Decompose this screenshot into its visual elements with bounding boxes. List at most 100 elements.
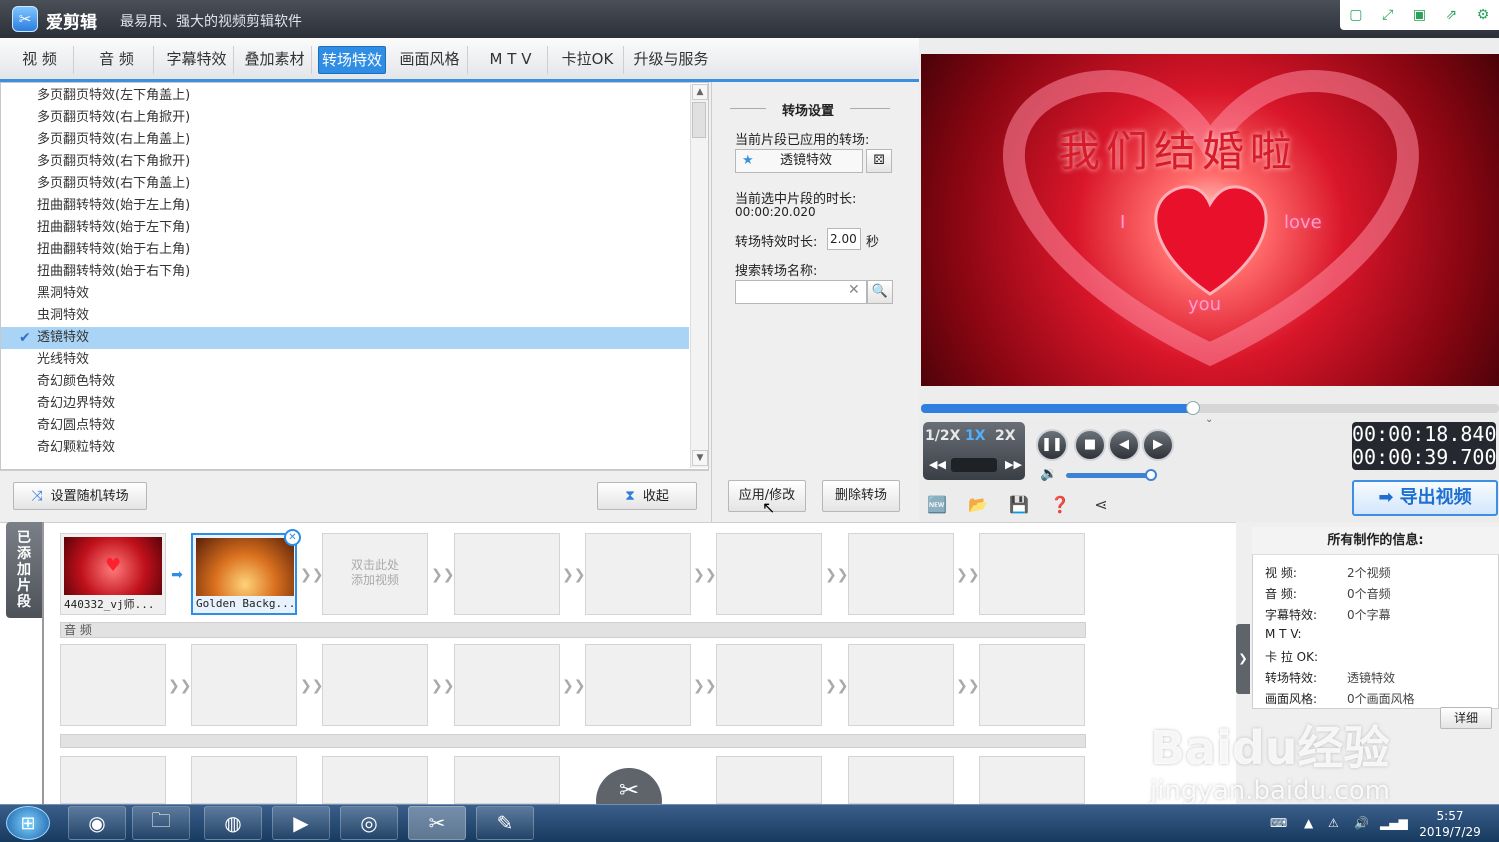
list-item[interactable]: 多页翻页特效(右下角盖上) (1, 173, 689, 195)
export-video-button[interactable]: ➡ 导出视频 (1352, 480, 1498, 516)
tab-mtv[interactable]: M T V (474, 46, 548, 74)
info-panel-toggle[interactable]: ❯ (1236, 624, 1250, 694)
empty-slot[interactable] (454, 756, 560, 804)
list-item[interactable]: 奇幻边界特效 (1, 393, 689, 415)
skin-icon[interactable]: ▢ (1346, 5, 1366, 25)
taskbar-app-aijianji[interactable]: ✂ (408, 806, 466, 840)
next-frame-button[interactable]: ▶ (1142, 429, 1174, 461)
list-item[interactable]: 多页翻页特效(右上角盖上) (1, 129, 689, 151)
list-item[interactable]: 奇幻颗粒特效 (1, 437, 689, 459)
empty-slot[interactable] (191, 756, 297, 804)
share-icon[interactable]: ⋖ (1090, 494, 1112, 516)
tab-picture-style[interactable]: 画面风格 (392, 46, 468, 74)
collapse-button[interactable]: ⧗ 收起 (597, 482, 697, 510)
tab-upgrade-service[interactable]: 升级与服务 (628, 46, 714, 74)
settings-gear-icon[interactable]: ⚙ (1473, 5, 1493, 25)
list-item[interactable]: 奇幻圆点特效 (1, 415, 689, 437)
empty-slot[interactable] (848, 756, 954, 804)
list-item[interactable]: 多页翻页特效(右下角掀开) (1, 151, 689, 173)
list-item[interactable]: 扭曲翻转特效(始于左上角) (1, 195, 689, 217)
delete-transition-button[interactable]: 删除转场 (822, 480, 900, 512)
keyboard-icon[interactable]: ⌨ (1270, 816, 1287, 830)
empty-video-slot[interactable] (848, 533, 954, 615)
video-clip-2[interactable]: Golden Backg... (191, 533, 297, 615)
system-clock[interactable]: 5:57 2019/7/29 (1405, 806, 1495, 840)
taskbar-app-video-editor[interactable]: ◉ (68, 806, 126, 840)
signal-icon[interactable]: ▂▄▆ (1380, 816, 1408, 830)
empty-slot[interactable] (322, 756, 428, 804)
tab-karaoke[interactable]: 卡拉OK (552, 46, 624, 74)
empty-audio-slot[interactable] (979, 644, 1085, 726)
empty-audio-slot[interactable] (716, 644, 822, 726)
tab-overlay-material[interactable]: 叠加素材 (238, 46, 312, 74)
save-window-icon[interactable]: ▣ (1409, 5, 1429, 25)
progress-handle[interactable] (1185, 401, 1200, 415)
empty-video-slot[interactable] (585, 533, 691, 615)
empty-audio-slot[interactable] (585, 644, 691, 726)
speaker-icon[interactable]: 🔊 (1354, 816, 1369, 830)
list-item[interactable]: 多页翻页特效(左下角盖上) (1, 85, 689, 107)
empty-audio-slot[interactable] (848, 644, 954, 726)
tab-video[interactable]: 视 频 (6, 46, 74, 74)
list-item[interactable]: 黑洞特效 (1, 283, 689, 305)
taskbar-app-media[interactable]: ▶ (272, 806, 330, 840)
taskbar-app-browser[interactable]: ◎ (340, 806, 398, 840)
video-clip-1[interactable]: ♥ 440332_vj师... (60, 533, 166, 615)
list-item[interactable]: 多页翻页特效(右上角掀开) (1, 107, 689, 129)
list-item[interactable]: 扭曲翻转特效(始于右下角) (1, 261, 689, 283)
previous-frame-button[interactable]: ◀ (1108, 429, 1140, 461)
empty-video-slot[interactable] (979, 533, 1085, 615)
fullscreen-icon[interactable]: ⤢ (1378, 5, 1398, 25)
empty-slot[interactable] (979, 756, 1085, 804)
list-item[interactable]: 奇幻颜色特效 (1, 371, 689, 393)
tray-expand-icon[interactable]: ▲ (1304, 816, 1313, 830)
stop-button[interactable]: ■ (1074, 429, 1106, 461)
random-dice-button[interactable]: ⚄ (866, 149, 892, 173)
volume-slider[interactable] (1066, 473, 1152, 478)
random-transition-button[interactable]: ⤨ 设置随机转场 (13, 482, 147, 510)
empty-video-slot[interactable] (716, 533, 822, 615)
list-item-selected[interactable]: ✔ 透镜特效 (1, 327, 689, 349)
taskbar-app-firefox[interactable]: ◍ (204, 806, 262, 840)
list-item[interactable]: 扭曲翻转特效(始于右上角) (1, 239, 689, 261)
volume-handle[interactable] (1145, 469, 1157, 481)
open-folder-icon[interactable]: 📂 (967, 494, 989, 516)
rewind-icon[interactable]: ◀◀ (929, 458, 946, 471)
tab-transition-effects[interactable]: 转场特效 (318, 46, 386, 74)
empty-slot[interactable] (716, 756, 822, 804)
transition-arrow-icon[interactable]: ➡ (168, 566, 186, 584)
speed-half[interactable]: 1/2X (925, 428, 960, 444)
empty-video-slot[interactable] (454, 533, 560, 615)
volume-icon[interactable]: 🔉 (1040, 466, 1057, 482)
taskbar-app-notes[interactable]: ✎ (476, 806, 534, 840)
taskbar-app-explorer[interactable]: 🗀 (132, 806, 190, 840)
new-project-icon[interactable]: 🆕 (926, 494, 948, 516)
empty-audio-slot[interactable] (322, 644, 428, 726)
clear-search-icon[interactable]: ✕ (848, 282, 860, 298)
tab-audio[interactable]: 音 频 (80, 46, 154, 74)
fast-forward-icon[interactable]: ▶▶ (1005, 458, 1022, 471)
tab-subtitle-effects[interactable]: 字幕特效 (160, 46, 234, 74)
list-scrollbar[interactable]: ▲ ▼ (690, 84, 708, 468)
pause-button[interactable]: ❚❚ (1036, 429, 1068, 461)
speed-normal[interactable]: 1X (965, 428, 986, 444)
network-warning-icon[interactable]: ⚠ (1328, 816, 1339, 830)
list-item[interactable]: 光线特效 (1, 349, 689, 371)
speed-double[interactable]: 2X (995, 428, 1016, 444)
start-button[interactable]: ⊞ (6, 806, 50, 840)
scrollbar-thumb[interactable] (692, 102, 706, 138)
empty-audio-slot[interactable] (191, 644, 297, 726)
list-item[interactable]: 虫洞特效 (1, 305, 689, 327)
video-preview[interactable] (921, 54, 1499, 386)
empty-audio-slot[interactable] (454, 644, 560, 726)
remove-clip-icon[interactable]: ✕ (284, 529, 301, 546)
list-item[interactable]: 扭曲翻转特效(始于左下角) (1, 217, 689, 239)
save-icon[interactable]: 💾 (1008, 494, 1030, 516)
search-button[interactable]: 🔍 (867, 280, 893, 304)
scroll-up-icon[interactable]: ▲ (692, 84, 708, 100)
scroll-down-icon[interactable]: ▼ (692, 450, 708, 466)
empty-slot[interactable] (60, 756, 166, 804)
empty-audio-slot[interactable] (60, 644, 166, 726)
add-video-slot[interactable]: 双击此处 添加视频 (322, 533, 428, 615)
effect-duration-input[interactable]: 2.00 (827, 228, 861, 250)
